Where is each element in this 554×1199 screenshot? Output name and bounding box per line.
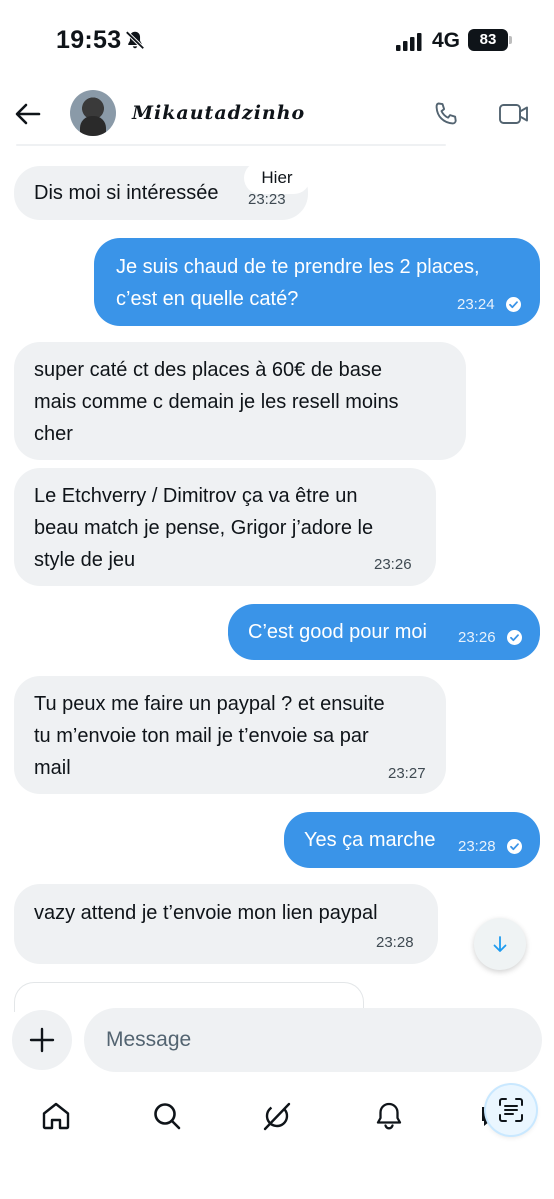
message-bubble-incoming[interactable]: Le Etchverry / Dimitrov ça va être un be… bbox=[14, 468, 436, 586]
message-timestamp: 23:26 bbox=[374, 556, 412, 573]
message-bubble-incoming[interactable]: vazy attend je t’envoie mon lien paypal … bbox=[14, 884, 438, 964]
message-bubble-incoming[interactable]: Tu peux me faire un paypal ? et ensuite … bbox=[14, 676, 446, 794]
home-icon[interactable] bbox=[40, 1100, 72, 1132]
status-time: 19:53 bbox=[56, 26, 122, 54]
scroll-to-bottom-button[interactable] bbox=[474, 918, 526, 970]
text-recognition-button[interactable] bbox=[486, 1085, 536, 1135]
message-bubble-incoming[interactable]: super caté ct des places à 60€ de base m… bbox=[14, 342, 466, 460]
message-input[interactable] bbox=[84, 1008, 542, 1072]
message-bubble-outgoing[interactable]: C’est good pour moi 23:26 bbox=[228, 604, 540, 660]
contact-name[interactable]: Mikautadzinho bbox=[132, 102, 305, 124]
silent-bell-icon bbox=[125, 30, 145, 50]
message-timestamp: 23:24 bbox=[457, 296, 495, 313]
grok-icon[interactable] bbox=[261, 1100, 293, 1132]
search-icon[interactable] bbox=[151, 1100, 183, 1132]
message-timestamp: 23:26 bbox=[458, 629, 496, 646]
message-text: C’est good pour moi bbox=[248, 621, 427, 643]
message-text: Je suis chaud de te prendre les 2 places… bbox=[116, 256, 480, 310]
contact-avatar[interactable] bbox=[70, 90, 116, 136]
add-attachment-button[interactable] bbox=[12, 1010, 72, 1070]
conversation-header: Mikautadzinho bbox=[0, 84, 554, 146]
message-text: super caté ct des places à 60€ de base m… bbox=[34, 359, 399, 445]
read-check-icon bbox=[507, 630, 522, 645]
back-arrow-icon[interactable] bbox=[14, 100, 42, 128]
video-call-icon[interactable] bbox=[498, 100, 530, 128]
message-text: Yes ça marche bbox=[304, 829, 436, 851]
message-text: vazy attend je t’envoie mon lien paypal bbox=[34, 902, 378, 924]
arrow-down-icon bbox=[493, 936, 507, 952]
battery-tip bbox=[509, 36, 512, 44]
read-check-icon bbox=[506, 297, 521, 312]
day-separator: Hier bbox=[244, 162, 310, 194]
message-text: Dis moi si intéressée bbox=[34, 182, 219, 204]
message-timestamp: 23:27 bbox=[388, 765, 426, 782]
text-scan-icon bbox=[499, 1098, 523, 1122]
notifications-icon[interactable] bbox=[373, 1100, 405, 1132]
message-text: Le Etchverry / Dimitrov ça va être un be… bbox=[34, 485, 374, 571]
message-text: Tu peux me faire un paypal ? et ensuite … bbox=[34, 693, 385, 779]
message-bubble-outgoing[interactable]: Yes ça marche 23:28 bbox=[284, 812, 540, 868]
phone-call-icon[interactable] bbox=[432, 100, 460, 128]
message-timestamp: 23:28 bbox=[458, 838, 496, 855]
header-divider bbox=[16, 144, 446, 146]
signal-icon bbox=[396, 33, 422, 51]
plus-icon bbox=[29, 1027, 55, 1053]
message-bubble-outgoing[interactable]: Je suis chaud de te prendre les 2 places… bbox=[94, 238, 540, 326]
message-timestamp: 23:28 bbox=[376, 934, 414, 951]
network-type: 4G bbox=[432, 29, 461, 52]
battery-level: 83 bbox=[468, 29, 508, 51]
status-bar: 19:53 4G 83 bbox=[0, 0, 554, 80]
read-check-icon bbox=[507, 839, 522, 854]
